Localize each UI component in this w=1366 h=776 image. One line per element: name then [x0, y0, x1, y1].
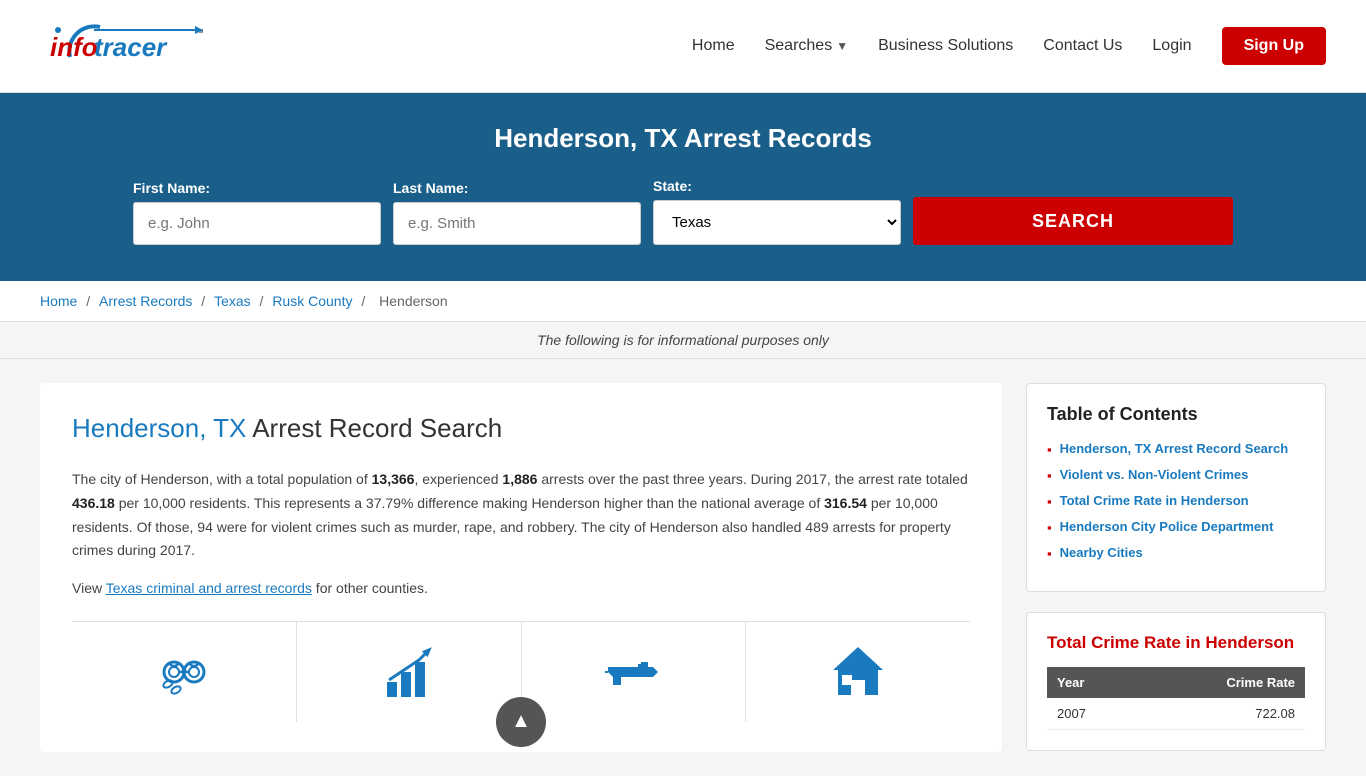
first-name-input[interactable] [133, 202, 381, 245]
toc-link-4[interactable]: Henderson City Police Department [1060, 519, 1274, 534]
toc-link-5[interactable]: Nearby Cities [1060, 545, 1143, 560]
icon-cell-gun [522, 622, 747, 722]
signup-button[interactable]: Sign Up [1222, 27, 1326, 65]
arrest-rate: 436.18 [72, 495, 115, 511]
toc-item-5: Nearby Cities [1047, 545, 1305, 561]
breadcrumb-home[interactable]: Home [40, 293, 77, 309]
sidebar: Table of Contents Henderson, TX Arrest R… [1026, 383, 1326, 752]
arrest-count: 1,886 [502, 471, 537, 487]
toc-item-1: Henderson, TX Arrest Record Search [1047, 441, 1305, 457]
toc-item-4: Henderson City Police Department [1047, 519, 1305, 535]
last-name-label: Last Name: [393, 180, 641, 196]
toc-box: Table of Contents Henderson, TX Arrest R… [1026, 383, 1326, 592]
chevron-down-icon: ▼ [836, 39, 848, 53]
table-row: 2007 722.08 [1047, 698, 1305, 730]
state-group: State: Texas [653, 178, 901, 245]
property-crime-icon [828, 642, 888, 702]
header: info tracer ™ Home Searches ▼ Business S… [0, 0, 1366, 93]
icon-cell-chart [297, 622, 522, 722]
texas-records-link[interactable]: Texas criminal and arrest records [106, 580, 312, 596]
toc-link-1[interactable]: Henderson, TX Arrest Record Search [1060, 441, 1289, 456]
scroll-top-button[interactable]: ▲ [496, 697, 546, 747]
table-header-row: Year Crime Rate [1047, 667, 1305, 698]
breadcrumb-rusk-county[interactable]: Rusk County [272, 293, 352, 309]
toc-item-3: Total Crime Rate in Henderson [1047, 493, 1305, 509]
crime-rate-title: Total Crime Rate in Henderson [1047, 633, 1305, 653]
description-paragraph: The city of Henderson, with a total popu… [72, 468, 970, 563]
first-name-group: First Name: [133, 180, 381, 245]
breadcrumb-sep3: / [260, 293, 268, 309]
nav-contact-us[interactable]: Contact Us [1043, 37, 1122, 55]
toc-list: Henderson, TX Arrest Record Search Viole… [1047, 441, 1305, 561]
national-average: 316.54 [824, 495, 867, 511]
logo: info tracer ™ [40, 12, 220, 80]
breadcrumb-henderson: Henderson [379, 293, 448, 309]
toc-item-2: Violent vs. Non-Violent Crimes [1047, 467, 1305, 483]
hero-title: Henderson, TX Arrest Records [40, 123, 1326, 154]
login-button[interactable]: Login [1152, 37, 1191, 55]
last-name-input[interactable] [393, 202, 641, 245]
logo-svg: info tracer ™ [40, 12, 220, 77]
toc-title: Table of Contents [1047, 404, 1305, 425]
info-banner: The following is for informational purpo… [0, 322, 1366, 359]
nav-searches[interactable]: Searches ▼ [765, 37, 848, 55]
crime-rate-table: Year Crime Rate 2007 722.08 [1047, 667, 1305, 730]
icons-section: ▲ [72, 621, 970, 722]
nav-business-solutions[interactable]: Business Solutions [878, 37, 1013, 55]
search-form: First Name: Last Name: State: Texas SEAR… [133, 178, 1233, 245]
toc-link-3[interactable]: Total Crime Rate in Henderson [1060, 493, 1249, 508]
breadcrumb-sep4: / [361, 293, 369, 309]
rate-2007: 722.08 [1139, 698, 1305, 730]
page-title-link[interactable]: Henderson, TX [72, 413, 252, 443]
navigation: Home Searches ▼ Business Solutions Conta… [692, 27, 1326, 65]
main-content: Henderson, TX Arrest Record Search The c… [0, 359, 1366, 776]
icon-cell-handcuffs [72, 622, 297, 722]
year-2007: 2007 [1047, 698, 1139, 730]
icon-cell-house [746, 622, 970, 722]
content-area: Henderson, TX Arrest Record Search The c… [40, 383, 1002, 752]
breadcrumb-sep1: / [86, 293, 94, 309]
nav-home[interactable]: Home [692, 37, 735, 55]
breadcrumb-arrest-records[interactable]: Arrest Records [99, 293, 192, 309]
page-title: Henderson, TX Arrest Record Search [72, 413, 970, 444]
state-select[interactable]: Texas [653, 200, 901, 245]
breadcrumb: Home / Arrest Records / Texas / Rusk Cou… [0, 281, 1366, 322]
first-name-label: First Name: [133, 180, 381, 196]
population: 13,366 [372, 471, 415, 487]
col-crime-rate: Crime Rate [1139, 667, 1305, 698]
col-year: Year [1047, 667, 1139, 698]
breadcrumb-texas[interactable]: Texas [214, 293, 251, 309]
hero-section: Henderson, TX Arrest Records First Name:… [0, 93, 1366, 281]
texas-link-paragraph: View Texas criminal and arrest records f… [72, 577, 970, 601]
state-label: State: [653, 178, 901, 194]
search-button[interactable]: SEARCH [913, 197, 1233, 245]
svg-text:info: info [50, 32, 98, 62]
violent-crime-icon [603, 642, 663, 702]
breadcrumb-sep2: / [201, 293, 209, 309]
last-name-group: Last Name: [393, 180, 641, 245]
crime-rate-icon [379, 642, 439, 702]
svg-text:tracer: tracer [94, 32, 168, 62]
handcuffs-icon [154, 642, 214, 702]
toc-link-2[interactable]: Violent vs. Non-Violent Crimes [1060, 467, 1249, 482]
crime-rate-box: Total Crime Rate in Henderson Year Crime… [1026, 612, 1326, 751]
